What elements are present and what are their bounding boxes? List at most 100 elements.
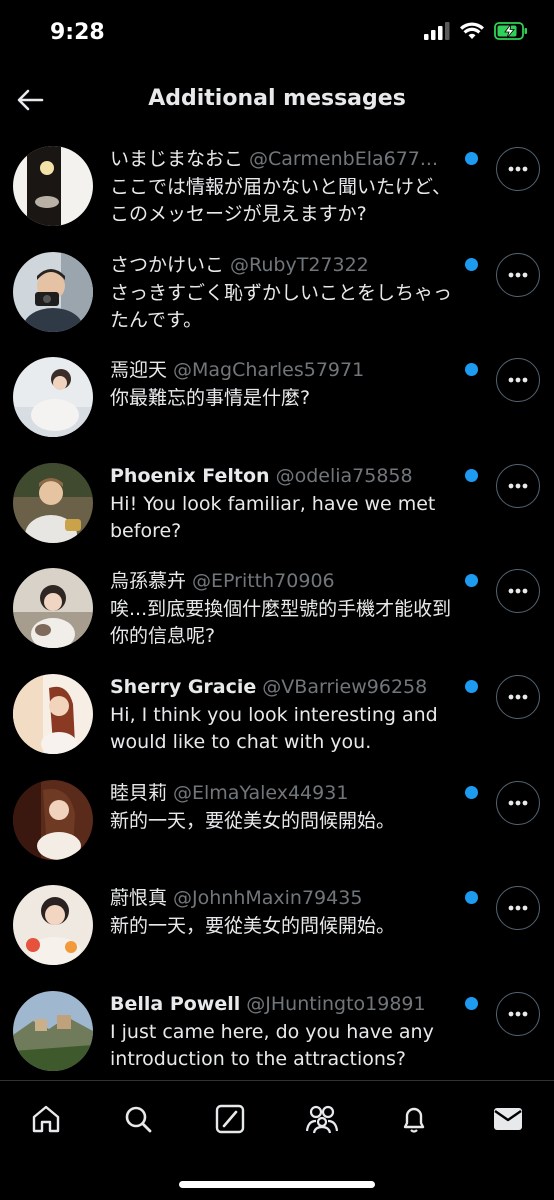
more-options-button[interactable]	[496, 252, 540, 297]
display-name: Sherry Gracie	[110, 675, 257, 698]
more-icon	[508, 905, 528, 911]
unread-dot	[465, 468, 478, 482]
unread-dot	[465, 679, 478, 693]
search-icon	[125, 1106, 152, 1133]
tab-notifications[interactable]	[392, 1097, 436, 1141]
tab-search[interactable]	[116, 1097, 160, 1141]
more-icon	[508, 588, 528, 594]
user-handle: @odelia75858	[275, 464, 413, 487]
message-preview: 唉...到底要換個什麼型號的手機才能收到你的信息呢?	[110, 598, 452, 648]
unread-dot	[465, 891, 478, 905]
status-icons	[424, 22, 528, 40]
more-icon	[508, 800, 528, 805]
avatar[interactable]	[13, 462, 93, 543]
display-name: 烏孫慕卉	[110, 570, 187, 593]
more-icon	[508, 694, 528, 700]
avatar[interactable]	[13, 885, 93, 966]
communities-icon	[305, 1105, 339, 1134]
more-icon	[508, 483, 528, 489]
message-preview: 新的一天，要從美女的問候開始。	[110, 809, 396, 832]
avatar[interactable]	[13, 251, 93, 332]
tab-grok[interactable]	[208, 1097, 252, 1141]
unread-dot	[465, 996, 478, 1010]
page-title: Additional messages	[148, 86, 406, 111]
home-icon	[32, 1105, 60, 1133]
tab-messages[interactable]	[486, 1097, 530, 1141]
name-line: 睦貝莉 @ElmaYalex44931	[110, 780, 452, 807]
header: Additional messages	[0, 70, 554, 130]
unread-dot	[465, 574, 478, 588]
user-handle: @JohnhMaxin79435	[173, 887, 363, 910]
avatar[interactable]	[13, 146, 93, 226]
more-options-button[interactable]	[496, 463, 540, 508]
user-handle: @VBarriew96258	[262, 675, 428, 698]
name-line: いまじまなおこ @CarmenbEla677...	[110, 146, 452, 173]
more-options-button[interactable]	[496, 147, 540, 191]
more-options-button[interactable]	[496, 886, 540, 931]
list-item[interactable]: Sherry Gracie @VBarriew96258 Hi, I think …	[0, 658, 554, 764]
list-item[interactable]: Phoenix Felton @odelia75858 Hi! You look …	[0, 447, 554, 553]
name-line: 焉迎天 @MagCharles57971	[110, 357, 452, 384]
home-indicator	[179, 1181, 375, 1188]
user-handle: @MagCharles57971	[173, 359, 365, 382]
more-icon	[508, 272, 528, 277]
message-preview: Hi! You look familiar, have we met befor…	[110, 492, 436, 542]
list-item[interactable]: 焉迎天 @MagCharles57971 你最難忘的事情是什麼?	[0, 341, 554, 447]
more-options-button[interactable]	[496, 674, 540, 719]
battery-charging-icon	[494, 22, 527, 40]
wifi-icon	[460, 22, 484, 39]
message-request-list: いまじまなおこ @CarmenbEla677... ここでは情報が届かないと聞いた…	[0, 130, 554, 1080]
display-name: さつかけいこ	[110, 253, 225, 276]
unread-dot	[465, 152, 478, 165]
avatar[interactable]	[13, 357, 93, 438]
display-name: Bella Powell	[110, 992, 241, 1015]
unread-dot	[465, 785, 478, 799]
avatar[interactable]	[13, 779, 93, 860]
more-options-button[interactable]	[496, 569, 540, 614]
more-icon	[508, 377, 528, 383]
notifications-icon	[403, 1107, 425, 1133]
status-time: 9:28	[50, 20, 105, 45]
name-line: Sherry Gracie @VBarriew96258	[110, 674, 452, 701]
user-handle: @CarmenbEla677...	[249, 148, 439, 170]
message-preview: ここでは情報が届かないと聞いたけど、このメッセージが見えますか?	[110, 176, 452, 225]
display-name: 蔚恨真	[110, 887, 168, 910]
list-item[interactable]: いまじまなおこ @CarmenbEla677... ここでは情報が届かないと聞いた…	[0, 130, 554, 236]
grok-icon	[215, 1104, 245, 1134]
display-name: Phoenix Felton	[110, 464, 270, 487]
list-item[interactable]: 蔚恨真 @JohnhMaxin79435 新的一天，要從美女的問候開始。	[0, 869, 554, 975]
list-item[interactable]: Bella Powell @JHuntingto19891 I just came…	[0, 975, 554, 1080]
tab-communities[interactable]	[300, 1097, 344, 1141]
user-handle: @EPritth70906	[192, 570, 335, 593]
user-handle: @ElmaYalex44931	[173, 781, 349, 804]
more-icon	[508, 1011, 528, 1017]
avatar[interactable]	[13, 568, 93, 649]
name-line: さつかけいこ @RubyT27322	[110, 252, 452, 279]
name-line: 烏孫慕卉 @EPritth70906	[110, 568, 452, 595]
user-handle: @RubyT27322	[230, 253, 369, 276]
tab-home[interactable]	[24, 1097, 68, 1141]
display-name: 焉迎天	[110, 359, 168, 382]
avatar[interactable]	[13, 673, 93, 754]
display-name: 睦貝莉	[110, 781, 168, 804]
messages-icon	[494, 1108, 522, 1130]
more-options-button[interactable]	[496, 358, 540, 403]
display-name: いまじまなおこ	[110, 148, 244, 170]
avatar[interactable]	[13, 990, 93, 1071]
unread-dot	[465, 363, 478, 377]
user-handle: @JHuntingto19891	[246, 992, 426, 1015]
list-item[interactable]: さつかけいこ @RubyT27322 さっきすごく恥ずかしいことをしちゃったんです…	[0, 236, 554, 342]
list-item[interactable]: 烏孫慕卉 @EPritth70906 唉...到底要換個什麼型號的手機才能收到你的…	[0, 552, 554, 658]
name-line: Bella Powell @JHuntingto19891	[110, 991, 452, 1018]
status-bar: 9:28	[0, 0, 554, 70]
more-icon	[508, 166, 528, 172]
message-preview: 你最難忘的事情是什麼?	[110, 387, 311, 410]
more-options-button[interactable]	[496, 991, 540, 1036]
message-preview: 新的一天，要從美女的問候開始。	[110, 915, 396, 938]
name-line: 蔚恨真 @JohnhMaxin79435	[110, 885, 452, 912]
list-item[interactable]: 睦貝莉 @ElmaYalex44931 新的一天，要從美女的問候開始。	[0, 764, 554, 870]
more-options-button[interactable]	[496, 780, 540, 825]
name-line: Phoenix Felton @odelia75858	[110, 463, 452, 490]
message-preview: Hi, I think you look interesting and wou…	[110, 703, 438, 753]
cellular-signal-icon	[424, 22, 450, 40]
